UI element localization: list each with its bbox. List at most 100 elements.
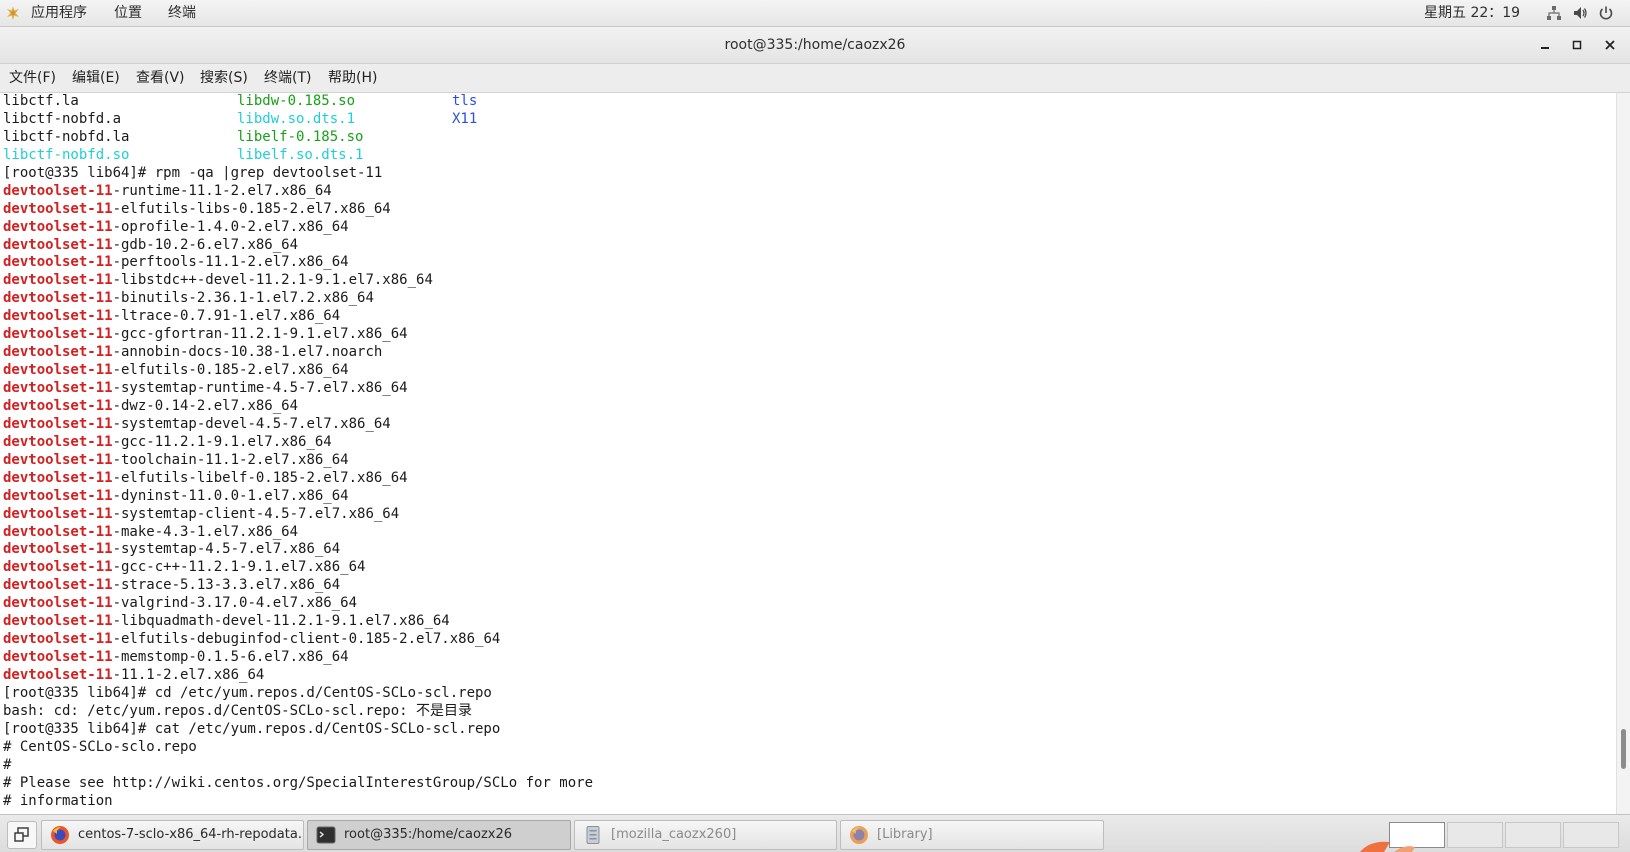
applications-icon[interactable] [6,6,20,20]
package-suffix: -ltrace-0.7.91-1.el7.x86_64 [112,308,341,325]
workspace-3[interactable] [1505,822,1561,848]
terminal-app-menu[interactable]: 终端 [168,0,196,26]
task-label: root@335:/home/caozx26 [344,827,512,842]
ls-entry: libctf-nobfd.la [3,128,130,145]
package-line: devtoolset-11-ltrace-0.7.91-1.el7.x86_64 [3,308,593,326]
menu-edit[interactable]: 编辑(E) [72,64,120,92]
package-suffix: -valgrind-3.17.0-4.el7.x86_64 [112,595,358,612]
package-prefix: devtoolset-11 [3,272,113,289]
package-line: devtoolset-11-gdb-10.2-6.el7.x86_64 [3,237,593,255]
package-prefix: devtoolset-11 [3,200,113,217]
package-prefix: devtoolset-11 [3,631,113,648]
package-line: devtoolset-11-gcc-c++-11.2.1-9.1.el7.x86… [3,559,593,577]
workspace-2[interactable] [1447,822,1503,848]
network-icon[interactable] [1546,5,1562,21]
ls-output-row: libctf-nobfd.a libdw.so.dts.1 X11 [3,111,593,129]
task-label: [Library] [877,827,933,842]
package-line: devtoolset-11-make-4.3-1.el7.x86_64 [3,524,593,542]
task-firefox-repodata[interactable]: centos-7-sclo-x86_64-rh-repodata... [41,820,304,850]
menu-view[interactable]: 查看(V) [136,64,185,92]
firefox-icon [51,826,69,844]
package-prefix: devtoolset-11 [3,595,113,612]
terminal-line: [root@335 lib64]# cd /etc/yum.repos.d/Ce… [3,684,492,701]
ls-entry: libelf.so.dts.1 [237,146,364,163]
package-line: devtoolset-11-elfutils-libelf-0.185-2.el… [3,470,593,488]
window-titlebar[interactable]: root@335:/home/caozx26 [0,27,1630,64]
ls-output-row: libctf-nobfd.la libelf-0.185.so [3,129,593,147]
file-manager-icon [586,826,600,844]
terminal-line: [root@335 lib64]# cat /etc/yum.repos.d/C… [3,720,501,737]
package-line: devtoolset-11-dyninst-11.0.0-1.el7.x86_6… [3,488,593,506]
menu-terminal[interactable]: 终端(T) [264,64,311,92]
package-prefix: devtoolset-11 [3,236,113,253]
terminal-scrollbar[interactable] [1616,93,1630,814]
package-prefix: devtoolset-11 [3,505,113,522]
package-suffix: -gcc-c++-11.2.1-9.1.el7.x86_64 [112,559,366,576]
package-prefix: devtoolset-11 [3,577,113,594]
package-line: devtoolset-11-11.1-2.el7.x86_64 [3,667,593,685]
package-suffix: -toolchain-11.1-2.el7.x86_64 [112,451,349,468]
menu-search[interactable]: 搜索(S) [200,64,248,92]
firefox-icon [850,826,868,844]
package-suffix: -systemtap-runtime-4.5-7.el7.x86_64 [112,380,408,396]
maximize-button[interactable] [1568,36,1586,54]
package-suffix: -systemtap-devel-4.5-7.el7.x86_64 [112,415,391,432]
package-line: devtoolset-11-oprofile-1.4.0-2.el7.x86_6… [3,219,593,237]
ls-entry: libdw-0.185.so [237,93,356,109]
ls-entry: X11 [452,110,478,127]
places-menu[interactable]: 位置 [114,0,142,26]
package-suffix: -oprofile-1.4.0-2.el7.x86_64 [112,218,349,235]
power-icon[interactable] [1598,5,1614,21]
package-suffix: -elfutils-debuginfod-client-0.185-2.el7.… [112,631,501,648]
package-line: devtoolset-11-systemtap-4.5-7.el7.x86_64 [3,541,593,559]
ls-output-row: libctf-nobfd.so libelf.so.dts.1 [3,147,593,165]
workspace-4[interactable] [1563,822,1619,848]
clock[interactable]: 星期五 22：19 [1424,0,1520,26]
ls-entry: libdw.so.dts.1 [237,110,356,127]
package-prefix: devtoolset-11 [3,397,113,414]
menu-file[interactable]: 文件(F) [9,64,56,92]
ls-entry: tls [452,93,478,109]
package-suffix: -annobin-docs-10.38-1.el7.noarch [112,344,383,361]
package-line: devtoolset-11-libquadmath-devel-11.2.1-9… [3,613,593,631]
applications-menu[interactable]: 应用程序 [31,0,87,26]
package-suffix: -elfutils-0.185-2.el7.x86_64 [112,362,349,379]
show-desktop-button[interactable] [7,821,37,849]
close-icon [1605,40,1615,50]
package-suffix: -make-4.3-1.el7.x86_64 [112,523,299,540]
close-button[interactable] [1601,36,1619,54]
package-suffix: -gdb-10.2-6.el7.x86_64 [112,236,299,253]
terminal-line: # Please see http://wiki.centos.org/Spec… [3,774,594,791]
desktop-screen: 应用程序 位置 终端 星期五 22：19 root@335:/home/caoz… [0,0,1630,852]
package-prefix: devtoolset-11 [3,667,113,683]
task-terminal[interactable]: root@335:/home/caozx26 [307,820,571,850]
package-suffix: -11.1-2.el7.x86_64 [112,667,265,683]
terminal-lines: libctf.la libdw-0.185.so tls libctf-nobfd.a… [3,93,593,811]
menubar: 文件(F) 编辑(E) 查看(V) 搜索(S) 终端(T) 帮助(H) [0,64,1630,93]
package-prefix: devtoolset-11 [3,559,113,576]
package-line: devtoolset-11-systemtap-devel-4.5-7.el7.… [3,416,593,434]
task-library[interactable]: [Library] [840,820,1104,850]
package-line: devtoolset-11-gcc-gfortran-11.2.1-9.1.el… [3,326,593,344]
package-prefix: devtoolset-11 [3,308,113,325]
terminal-line: # CentOS-SCLo-sclo.repo [3,738,197,755]
package-suffix: -memstomp-0.1.5-6.el7.x86_64 [112,649,349,666]
task-file-manager[interactable]: [mozilla_caozx260] [574,820,837,850]
package-line: devtoolset-11-valgrind-3.17.0-4.el7.x86_… [3,595,593,613]
package-prefix: devtoolset-11 [3,613,113,630]
menu-help[interactable]: 帮助(H) [328,64,377,92]
package-suffix: -systemtap-client-4.5-7.el7.x86_64 [112,505,400,522]
package-suffix: -gcc-gfortran-11.2.1-9.1.el7.x86_64 [112,326,408,343]
minimize-button[interactable] [1536,36,1554,54]
ls-entry: libelf-0.185.so [237,128,364,145]
package-line: devtoolset-11-systemtap-client-4.5-7.el7… [3,506,593,524]
terminal-output[interactable]: libctf.la libdw-0.185.so tls libctf-nobfd.a… [0,93,1616,814]
package-prefix: devtoolset-11 [3,433,113,450]
package-suffix: -libquadmath-devel-11.2.1-9.1.el7.x86_64 [112,613,450,630]
terminal-line: bash: cd: /etc/yum.repos.d/CentOS-SCLo-s… [3,702,473,719]
scrollbar-thumb[interactable] [1621,729,1626,769]
volume-icon[interactable] [1572,5,1588,21]
package-suffix: -gcc-11.2.1-9.1.el7.x86_64 [112,433,332,450]
package-prefix: devtoolset-11 [3,218,113,235]
package-prefix: devtoolset-11 [3,649,113,666]
